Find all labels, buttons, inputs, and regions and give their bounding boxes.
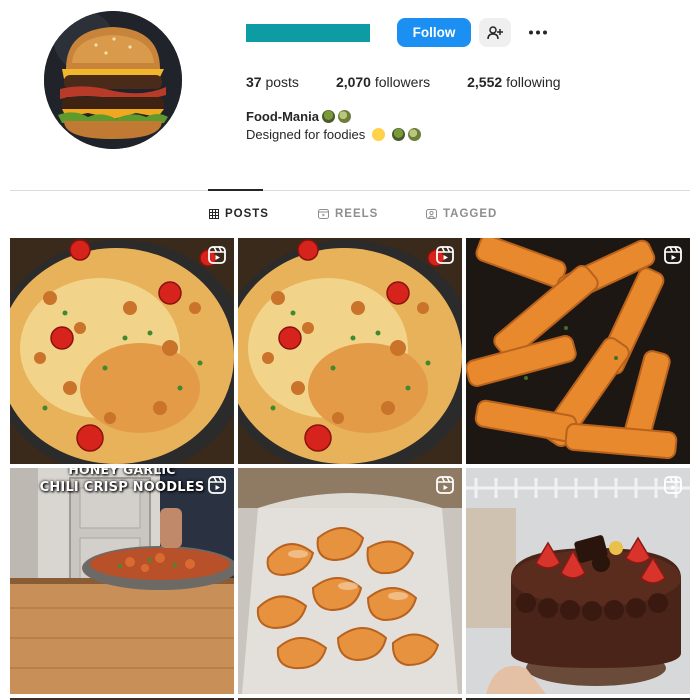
display-name-text: Food-Mania bbox=[246, 109, 319, 124]
more-options-button[interactable] bbox=[524, 18, 552, 47]
bio-text: Designed for foodies bbox=[246, 127, 366, 142]
post-image-chocolate-cake bbox=[466, 468, 690, 694]
post-overlay-line-2: CHILI CRISP NOODLES bbox=[39, 480, 205, 495]
reel-icon bbox=[664, 476, 682, 494]
post-image-cheesy-pasta bbox=[238, 238, 462, 464]
post-tile[interactable] bbox=[238, 238, 462, 464]
add-user-icon bbox=[487, 25, 503, 39]
reel-icon bbox=[208, 476, 226, 494]
profile-bio: Designed for foodies bbox=[246, 127, 421, 142]
reel-icon bbox=[436, 246, 454, 264]
stat-posts: 37 posts bbox=[246, 74, 299, 90]
tab-posts[interactable]: POSTS bbox=[209, 208, 269, 220]
post-image-penne-pasta bbox=[466, 238, 690, 464]
reel-icon bbox=[436, 476, 454, 494]
profile-avatar[interactable] bbox=[44, 11, 182, 149]
reel-icon bbox=[664, 246, 682, 264]
salad-emoji-icon bbox=[337, 110, 351, 123]
stat-followers-label: followers bbox=[374, 74, 431, 90]
post-image-cheesy-pasta bbox=[10, 238, 234, 464]
profile-display-name: Food-Mania bbox=[246, 109, 351, 124]
tab-reels-label: REELS bbox=[335, 208, 379, 220]
reels-icon bbox=[318, 209, 329, 219]
stew-emoji-icon bbox=[391, 128, 405, 141]
stat-followers-value: 2,070 bbox=[335, 74, 371, 90]
follow-button[interactable]: Follow bbox=[397, 18, 471, 47]
post-tile[interactable] bbox=[466, 468, 690, 694]
add-user-button[interactable] bbox=[479, 18, 511, 47]
stat-posts-label: posts bbox=[265, 74, 299, 90]
stew-emoji-icon bbox=[321, 110, 335, 123]
post-image-chili-crisp-noodles bbox=[10, 468, 234, 694]
yum-emoji-icon bbox=[371, 128, 385, 141]
stat-posts-value: 37 bbox=[246, 74, 262, 90]
more-icon bbox=[529, 30, 547, 35]
profile-stats: 37 posts 2,070 followers 2,552 following bbox=[246, 74, 598, 90]
section-divider bbox=[10, 190, 690, 191]
tab-tagged[interactable]: TAGGED bbox=[426, 208, 497, 220]
post-tile[interactable] bbox=[238, 468, 462, 694]
post-overlay-line-1: HONEY GARLIC bbox=[68, 468, 176, 477]
stat-followers[interactable]: 2,070 followers bbox=[336, 74, 430, 90]
post-tile[interactable] bbox=[466, 238, 690, 464]
post-tile[interactable]: HONEY GARLIC CHILI CRISP NOODLES bbox=[10, 468, 234, 694]
tagged-icon bbox=[426, 209, 437, 219]
stat-following[interactable]: 2,552 following bbox=[467, 74, 560, 90]
reel-icon bbox=[208, 246, 226, 264]
post-image-fried-shrimp bbox=[238, 468, 462, 694]
tab-tagged-label: TAGGED bbox=[443, 208, 498, 220]
salad-emoji-icon bbox=[407, 128, 421, 141]
username-bar bbox=[246, 24, 370, 42]
post-tile[interactable] bbox=[10, 238, 234, 464]
stat-following-value: 2,552 bbox=[467, 74, 503, 90]
stat-following-label: following bbox=[506, 74, 561, 90]
grid-icon bbox=[209, 209, 219, 219]
tab-posts-label: POSTS bbox=[225, 208, 269, 220]
tab-reels[interactable]: REELS bbox=[318, 208, 378, 220]
active-tab-indicator bbox=[208, 189, 263, 191]
